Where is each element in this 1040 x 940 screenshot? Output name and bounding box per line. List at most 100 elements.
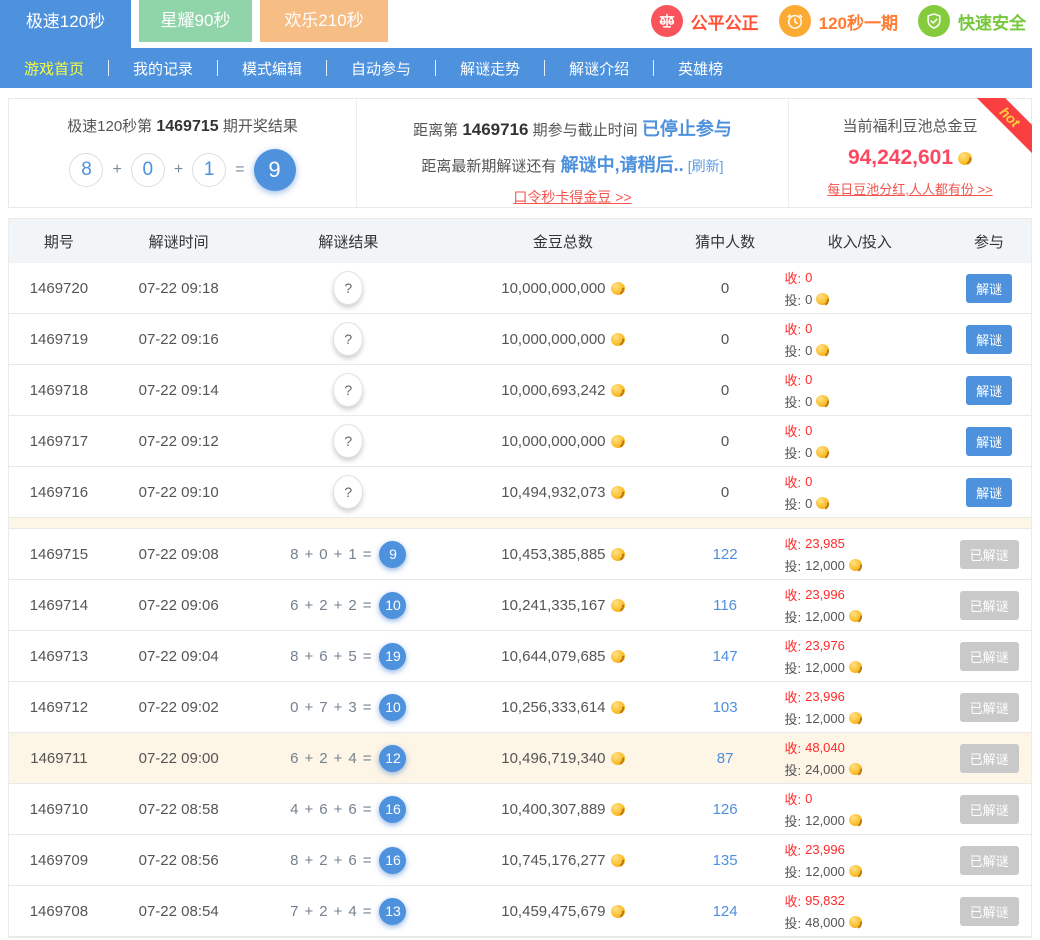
- header-hit: 猜中人数: [678, 231, 773, 252]
- gold-bean-icon: [849, 916, 862, 928]
- gold-bean-icon: [611, 905, 625, 918]
- participate-button[interactable]: 解谜: [966, 325, 1012, 354]
- action-cell: 已解谜: [947, 642, 1031, 671]
- invest-line: 投:0: [784, 494, 829, 513]
- promo-link[interactable]: 口令秒卡得金豆 >>: [513, 187, 631, 207]
- hit-cell: 126: [678, 801, 773, 818]
- nav-item-trend[interactable]: 解谜走势: [436, 58, 544, 79]
- nav-item-heroes[interactable]: 英雄榜: [654, 58, 747, 79]
- total-cell: 10,000,000,000: [448, 433, 678, 450]
- income-cell: 收:0 投:0: [772, 421, 947, 462]
- latest-result-section: 极速120秒第 1469715 期开奖结果 8 + 0 + 1 = 9: [9, 99, 357, 207]
- badge-safety: 快速安全: [918, 5, 1026, 37]
- refresh-link[interactable]: [刷新]: [688, 158, 724, 174]
- invest-line: 投:12,000: [784, 811, 861, 830]
- action-cell: 已解谜: [947, 591, 1031, 620]
- time-cell: 07-22 09:02: [109, 699, 249, 716]
- participate-button[interactable]: 已解谜: [960, 642, 1019, 671]
- nav-item-intro[interactable]: 解谜介绍: [545, 58, 653, 79]
- result-formula: 4+ 6+ 6= 16: [290, 796, 406, 823]
- participate-button[interactable]: 已解谜: [960, 540, 1019, 569]
- draws-table: 期号 解谜时间 解谜结果 金豆总数 猜中人数 收入/投入 参与 1469720 …: [8, 218, 1032, 938]
- table-row: 1469709 07-22 08:56 ? 8+ 2+ 6= 16 10,745…: [9, 835, 1031, 886]
- time-cell: 07-22 09:00: [109, 750, 249, 767]
- hit-cell: 116: [678, 597, 773, 614]
- hit-cell: 122: [678, 546, 773, 563]
- result-period: 1469715: [156, 118, 218, 135]
- period-cell: 1469719: [9, 331, 109, 348]
- total-cell: 10,256,333,614: [448, 699, 678, 716]
- table-row: 1469716 07-22 09:10 ? + + = 10,494,932,0…: [9, 467, 1031, 518]
- sum-ball: 19: [379, 643, 406, 670]
- income-cell: 收:95,832 投:48,000: [772, 891, 947, 932]
- invest-line: 投:48,000: [784, 913, 861, 932]
- dividend-link[interactable]: 每日豆池分红,人人都有份 >>: [827, 179, 992, 198]
- gold-bean-icon: [849, 763, 862, 775]
- participate-button[interactable]: 已解谜: [960, 591, 1019, 620]
- tab-speed-120s[interactable]: 极速120秒: [0, 0, 131, 48]
- participate-button[interactable]: 已解谜: [960, 744, 1019, 773]
- invest-line: 投:24,000: [784, 760, 861, 779]
- result-cell: ? 4+ 6+ 6= 16: [249, 796, 449, 823]
- hit-cell: 0: [678, 382, 773, 399]
- period-cell: 1469708: [9, 903, 109, 920]
- time-cell: 07-22 09:08: [109, 546, 249, 563]
- income-cell: 收:23,985 投:12,000: [772, 534, 947, 575]
- income-cell: 收:23,996 投:12,000: [772, 585, 947, 626]
- total-cell: 10,000,000,000: [448, 331, 678, 348]
- badge-fairness: 公平公正: [651, 5, 759, 37]
- action-cell: 解谜: [947, 478, 1031, 507]
- table-row: 1469719 07-22 09:16 ? + + = 10,000,000,0…: [9, 314, 1031, 365]
- income-line: 收:23,996: [784, 585, 844, 604]
- sum-ball: 10: [379, 592, 406, 619]
- tab-star-90s[interactable]: 星耀90秒: [139, 0, 252, 42]
- period-cell: 1469718: [9, 382, 109, 399]
- result-formula: 6+ 2+ 2= 10: [290, 592, 406, 619]
- income-line: 收:23,996: [784, 840, 844, 859]
- participate-button[interactable]: 解谜: [966, 274, 1012, 303]
- unknown-result-icon: ?: [333, 373, 363, 407]
- income-line: 收:0: [784, 268, 812, 287]
- participate-button[interactable]: 解谜: [966, 427, 1012, 456]
- nav-item-home[interactable]: 游戏首页: [0, 58, 108, 79]
- next-period: 1469716: [462, 120, 528, 139]
- badge-fairness-label: 公平公正: [691, 9, 759, 34]
- participate-button[interactable]: 已解谜: [960, 693, 1019, 722]
- action-cell: 已解谜: [947, 744, 1031, 773]
- invest-line: 投:0: [784, 443, 829, 462]
- gold-bean-icon: [611, 650, 625, 663]
- gold-bean-icon: [849, 559, 862, 571]
- gold-bean-icon: [816, 395, 829, 407]
- equals-sign: =: [235, 161, 244, 179]
- unknown-result-icon: ?: [333, 424, 363, 458]
- table-row: 1469715 07-22 09:08 ? 8+ 0+ 1= 9 10,453,…: [9, 529, 1031, 580]
- trust-badges: 公平公正 120秒一期 快速安全: [651, 5, 1026, 37]
- result-cell: ? 7+ 2+ 4= 13: [249, 898, 449, 925]
- table-header: 期号 解谜时间 解谜结果 金豆总数 猜中人数 收入/投入 参与: [9, 218, 1031, 263]
- tab-happy-210s[interactable]: 欢乐210秒: [260, 0, 388, 42]
- income-line: 收:95,832: [784, 891, 844, 910]
- clock-icon: [779, 5, 811, 37]
- participate-button[interactable]: 已解谜: [960, 897, 1019, 926]
- nav-item-mode-edit[interactable]: 模式编辑: [218, 58, 326, 79]
- result-formula: 8+ 0+ 1= 9: [290, 541, 406, 568]
- participate-button[interactable]: 解谜: [966, 478, 1012, 507]
- result-cell: ? 8+ 6+ 5= 19: [249, 643, 449, 670]
- gold-bean-icon: [611, 282, 625, 295]
- period-cell: 1469717: [9, 433, 109, 450]
- table-row: 1469710 07-22 08:58 ? 4+ 6+ 6= 16 10,400…: [9, 784, 1031, 835]
- participate-button[interactable]: 解谜: [966, 376, 1012, 405]
- nav-item-auto-join[interactable]: 自动参与: [327, 58, 435, 79]
- hit-cell: 0: [678, 280, 773, 297]
- result-cell: ? 6+ 2+ 4= 12: [249, 745, 449, 772]
- nav-item-my-records[interactable]: 我的记录: [109, 58, 217, 79]
- participate-button[interactable]: 已解谜: [960, 846, 1019, 875]
- pool-section: 当前福利豆池总金豆 94,242,601 每日豆池分红,人人都有份 >> hot: [789, 99, 1031, 207]
- income-cell: 收:0 投:0: [772, 319, 947, 360]
- hit-count: 0: [721, 484, 729, 501]
- hit-count: 122: [713, 546, 738, 563]
- participate-button[interactable]: 已解谜: [960, 795, 1019, 824]
- time-cell: 07-22 09:06: [109, 597, 249, 614]
- unknown-result-icon: ?: [333, 322, 363, 356]
- badge-period: 120秒一期: [779, 5, 898, 37]
